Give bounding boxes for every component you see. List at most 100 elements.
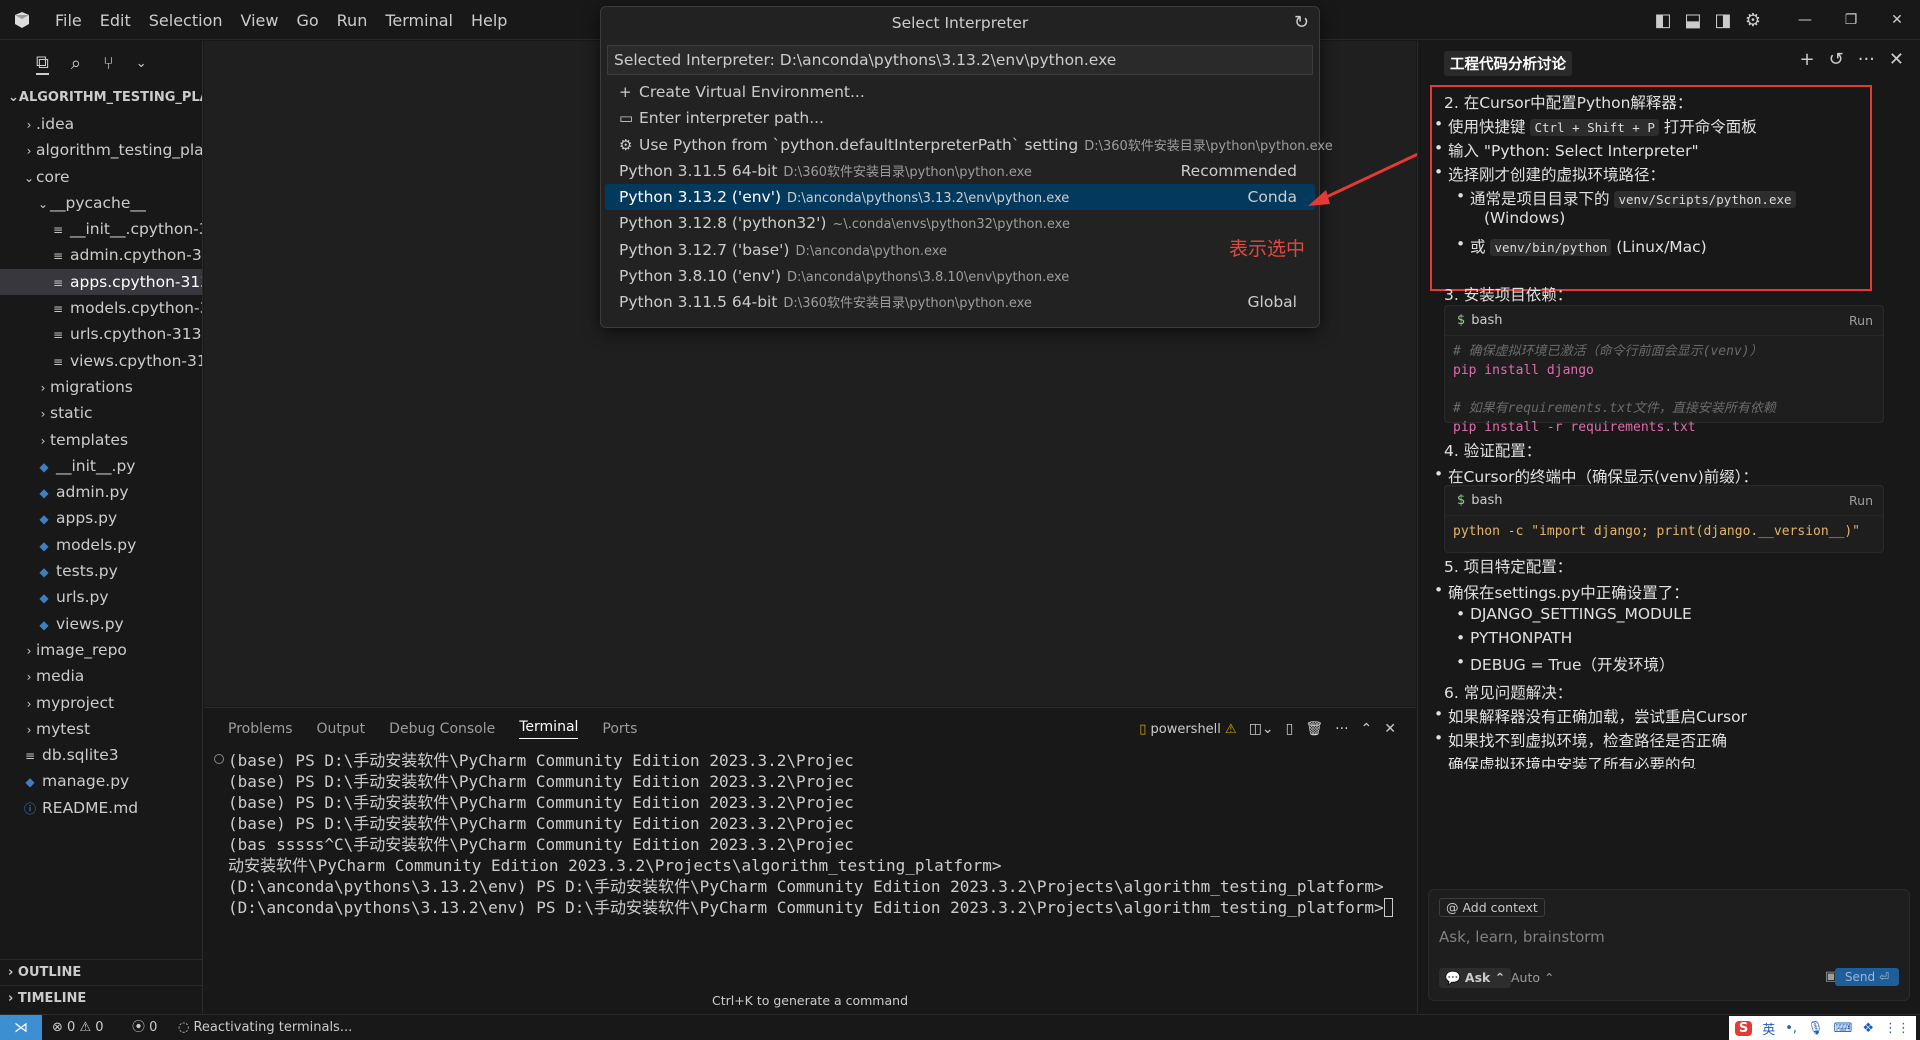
menu-file[interactable]: File xyxy=(46,11,91,30)
minimize-button[interactable]: — xyxy=(1782,0,1828,40)
history-icon[interactable]: ↺ xyxy=(1829,49,1844,70)
step-2-title: 2. 在Cursor中配置Python解释器： xyxy=(1444,94,1693,112)
terminal-status-dot xyxy=(214,754,224,764)
tree-file[interactable]: ◆ apps.py xyxy=(0,505,202,531)
menu-edit[interactable]: Edit xyxy=(91,11,140,30)
tab-debug-console[interactable]: Debug Console xyxy=(389,721,495,737)
option-path: D:\360软件安装目录\python\python.exe xyxy=(783,164,1032,180)
tree-file[interactable]: ◆ views.py xyxy=(0,611,202,637)
close-icon[interactable]: ✕ xyxy=(1889,49,1904,70)
tree-file[interactable]: ≡ apps.cpython-313.... xyxy=(0,268,202,296)
tree-folder[interactable]: › .idea xyxy=(0,111,202,137)
chat-messages: 2. 在Cursor中配置Python解释器： 使用快捷键 Ctrl + Shi… xyxy=(1418,83,1920,931)
terminal-output[interactable]: (base) PS D:\手动安装软件\PyCharm Community Ed… xyxy=(214,750,1393,918)
tab-terminal[interactable]: Terminal xyxy=(519,719,579,739)
tree-folder[interactable]: › algorithm_testing_pla... xyxy=(0,137,202,163)
tree-file[interactable]: ≡ __init__.cpython-31... xyxy=(0,216,202,242)
tree-file[interactable]: ◆ __init__.py xyxy=(0,453,202,479)
interpreter-option[interactable]: Python 3.11.5 64-bit D:\360软件安装目录\python\… xyxy=(605,158,1315,184)
terminal-shell-selector[interactable]: ▯ powershell ⚠ xyxy=(1139,722,1237,737)
interpreter-option[interactable]: ⚙ Use Python from `python.defaultInterpre… xyxy=(605,132,1333,158)
outline-section[interactable]: › OUTLINE xyxy=(0,959,203,985)
tree-file[interactable]: ≡ admin.cpython-31... xyxy=(0,242,202,268)
tree-file[interactable]: ◆ urls.py xyxy=(0,584,202,610)
explorer-icon[interactable]: ⧉ xyxy=(36,52,49,75)
tree-folder[interactable]: ⌄ core xyxy=(0,164,202,190)
tree-item-label: models.cpython-3... xyxy=(70,299,202,318)
more-icon[interactable]: ··· xyxy=(1858,49,1875,70)
tree-folder[interactable]: › media xyxy=(0,663,202,689)
maximize-panel-icon[interactable]: ⌃ xyxy=(1361,721,1373,737)
tab-ports[interactable]: Ports xyxy=(602,721,637,737)
source-control-icon[interactable]: ⑂ xyxy=(103,53,114,74)
tree-file[interactable]: ≡ db.sqlite3 xyxy=(0,742,202,768)
timeline-section[interactable]: › TIMELINE xyxy=(0,985,203,1011)
split-terminal-icon[interactable]: ◫⌄ xyxy=(1249,721,1274,737)
menu-go[interactable]: Go xyxy=(287,11,327,30)
toggle-panel-icon[interactable]: ⬓ xyxy=(1678,0,1708,40)
ime-toolbar[interactable]: S 英 •, 🎙 ⌨ ❖ ⋮⋮ xyxy=(1728,1016,1916,1040)
chat-title[interactable]: 工程代码分析讨论 xyxy=(1444,51,1572,76)
option-label: Python 3.13.2 ('env') xyxy=(619,188,782,207)
interpreter-option[interactable]: Python 3.13.2 ('env') D:\anconda\pythons\… xyxy=(605,184,1315,211)
chevron-down-icon[interactable]: ⌄ xyxy=(136,56,147,71)
tree-folder[interactable]: › templates xyxy=(0,427,202,453)
tab-output[interactable]: Output xyxy=(317,721,366,737)
ime-lang: 英 xyxy=(1762,1022,1776,1038)
menu-run[interactable]: Run xyxy=(328,11,377,30)
run-button[interactable]: Run xyxy=(1849,306,1873,336)
layout-icon[interactable]: ▯ xyxy=(1286,721,1294,737)
remote-icon[interactable]: ⋊ xyxy=(0,1015,42,1040)
more-icon[interactable]: ··· xyxy=(1335,721,1348,737)
tree-file[interactable]: ⓘ README.md xyxy=(0,795,202,821)
restore-button[interactable]: ❐ xyxy=(1828,0,1874,40)
new-chat-icon[interactable]: + xyxy=(1800,49,1815,70)
tree-folder[interactable]: › myproject xyxy=(0,690,202,716)
interpreter-input[interactable]: Selected Interpreter: D:\anconda\pythons… xyxy=(607,45,1313,75)
tree-file[interactable]: ◆ admin.py xyxy=(0,479,202,505)
interpreter-option[interactable]: Python 3.12.8 ('python32') ~\.conda\envs\… xyxy=(605,210,1315,236)
tree-file[interactable]: ≡ urls.cpython-313.pyc xyxy=(0,321,202,347)
explorer-root[interactable]: ⌄ALGORITHM_TESTING_PLA... xyxy=(0,85,202,111)
tree-folder[interactable]: › static xyxy=(0,400,202,426)
menu-view[interactable]: View xyxy=(232,11,288,30)
tree-folder[interactable]: › migrations xyxy=(0,374,202,400)
gear-icon[interactable]: ⚙ xyxy=(1738,0,1768,40)
step-3-title: 3. 安装项目依赖： xyxy=(1444,286,1573,304)
model-selector[interactable]: Auto ⌃ xyxy=(1511,970,1554,985)
tree-file[interactable]: ≡ views.cpython-313.... xyxy=(0,348,202,374)
close-panel-icon[interactable]: ✕ xyxy=(1384,721,1396,737)
interpreter-option[interactable]: Python 3.8.10 ('env') D:\anconda\pythons\… xyxy=(605,263,1315,289)
toggle-secondary-sidebar-icon[interactable]: ◨ xyxy=(1708,0,1738,40)
run-button[interactable]: Run xyxy=(1849,486,1873,516)
trash-icon[interactable]: 🗑 xyxy=(1305,721,1323,737)
send-button[interactable]: Send ⏎ xyxy=(1834,968,1899,986)
tree-folder[interactable]: ⌄ __pycache__ xyxy=(0,190,202,216)
option-label: Python 3.11.5 64-bit xyxy=(619,293,778,312)
add-context-button[interactable]: @ Add context xyxy=(1439,898,1545,917)
refresh-icon[interactable]: ↻ xyxy=(1294,7,1309,39)
ports-indicator[interactable]: ⦿ 0 xyxy=(132,1015,157,1040)
menu-selection[interactable]: Selection xyxy=(140,11,232,30)
interpreter-option[interactable]: + Create Virtual Environment... xyxy=(605,79,1315,105)
interpreter-option[interactable]: Python 3.11.5 64-bit D:\360软件安装目录\python\… xyxy=(605,289,1315,315)
tree-folder[interactable]: › image_repo xyxy=(0,637,202,663)
tree-file[interactable]: ◆ models.py xyxy=(0,532,202,558)
chat-input[interactable]: Ask, learn, brainstorm xyxy=(1439,928,1605,946)
interpreter-option[interactable]: ▭ Enter interpreter path... xyxy=(605,105,1315,131)
option-label: Use Python from `python.defaultInterpret… xyxy=(639,135,1079,154)
ask-mode-button[interactable]: 💬 Ask ⌃ xyxy=(1439,968,1512,988)
tree-file[interactable]: ≡ models.cpython-3... xyxy=(0,295,202,321)
tree-folder[interactable]: › mytest xyxy=(0,716,202,742)
close-window-button[interactable]: ✕ xyxy=(1874,0,1920,40)
menu-terminal[interactable]: Terminal xyxy=(376,11,462,30)
tree-file[interactable]: ◆ tests.py xyxy=(0,558,202,584)
search-icon[interactable]: ⌕ xyxy=(71,53,81,74)
tree-file[interactable]: ◆ manage.py xyxy=(0,768,202,794)
tab-problems[interactable]: Problems xyxy=(228,721,293,737)
interpreter-option[interactable]: Python 3.12.7 ('base') D:\anconda\python.… xyxy=(605,237,1315,263)
menu-help[interactable]: Help xyxy=(462,11,516,30)
problems-indicator[interactable]: ⊗ 0 ⚠ 0 xyxy=(52,1015,104,1040)
chevron-down-icon: ⌄ xyxy=(37,196,49,211)
toggle-primary-sidebar-icon[interactable]: ◧ xyxy=(1648,0,1678,40)
